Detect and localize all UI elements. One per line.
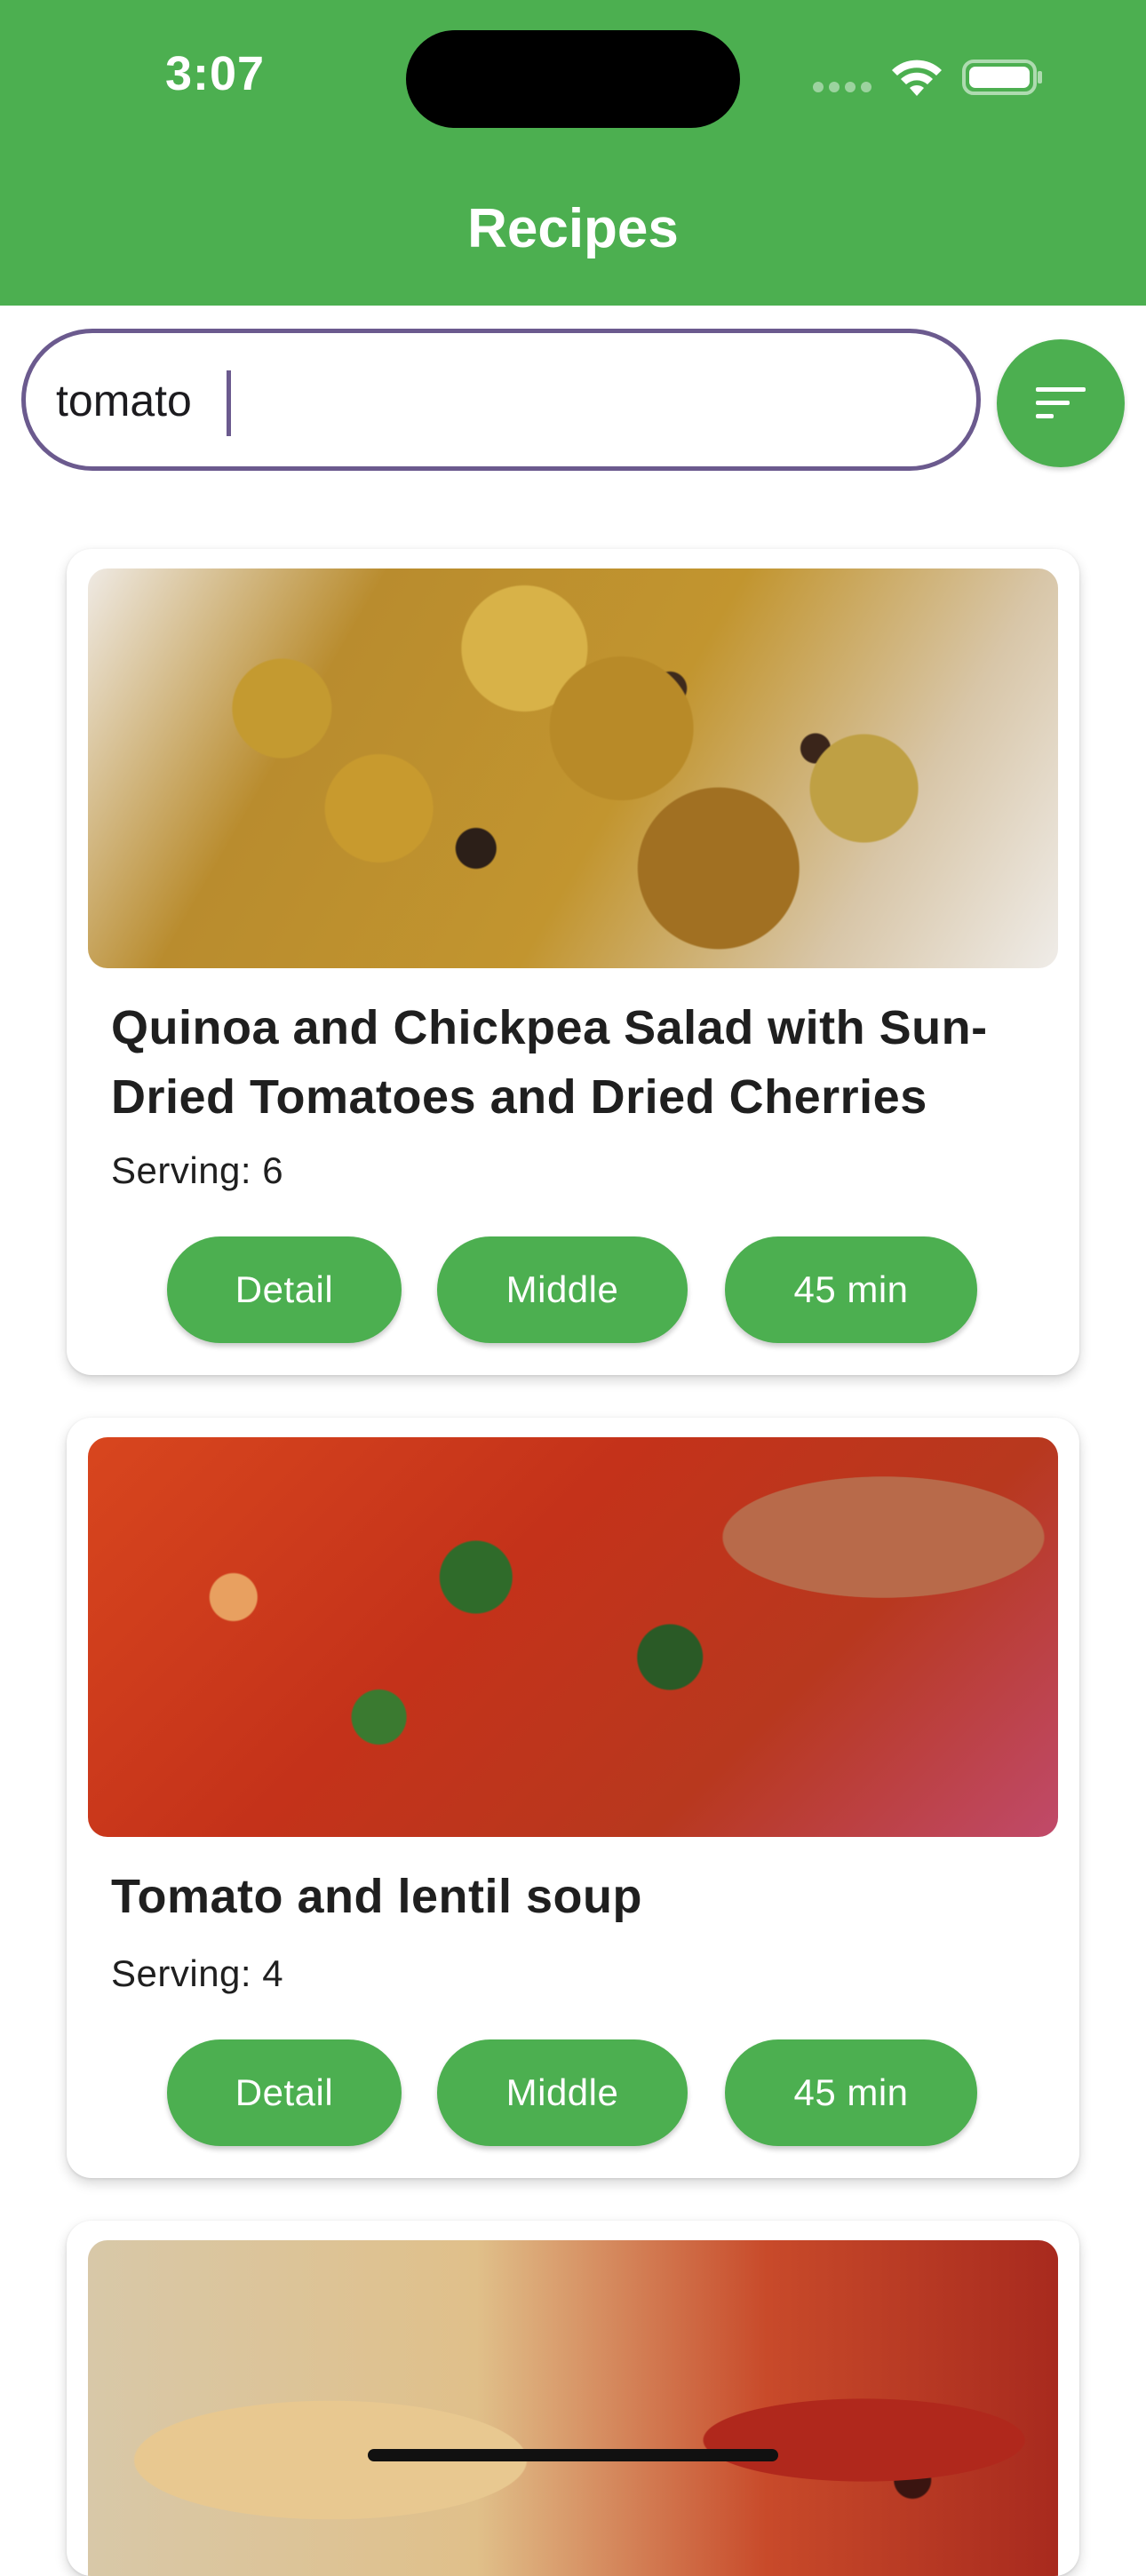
- cook-time-chip[interactable]: 45 min: [725, 1236, 977, 1343]
- difficulty-chip[interactable]: Middle: [437, 1236, 688, 1343]
- recipe-title: Tomato and lentil soup: [111, 1870, 642, 1923]
- recipe-card[interactable]: Quinoa and Chickpea Salad with Sun-Dried…: [67, 549, 1079, 1375]
- recipe-image: [88, 1437, 1058, 1837]
- detail-button[interactable]: Detail: [167, 2039, 402, 2146]
- recipe-image: [88, 568, 1058, 968]
- recipe-image: [88, 2240, 1058, 2576]
- home-indicator: [368, 2449, 778, 2461]
- recipe-list: Quinoa and Chickpea Salad with Sun-Dried…: [0, 0, 1146, 2576]
- recipe-title: Quinoa and Chickpea Salad with Sun-Dried…: [111, 1001, 988, 1124]
- recipe-chip-row: Detail Middle 45 min: [67, 2039, 1079, 2148]
- recipe-serving: Serving: 4: [111, 1952, 284, 1994]
- recipe-card[interactable]: [67, 2221, 1079, 2576]
- recipe-card[interactable]: Tomato and lentil soup Serving: 4 Detail…: [67, 1418, 1079, 2178]
- recipe-serving: Serving: 6: [111, 1149, 284, 1191]
- recipe-chip-row: Detail Middle 45 min: [67, 1236, 1079, 1345]
- detail-button[interactable]: Detail: [167, 1236, 402, 1343]
- difficulty-chip[interactable]: Middle: [437, 2039, 688, 2146]
- cook-time-chip[interactable]: 45 min: [725, 2039, 977, 2146]
